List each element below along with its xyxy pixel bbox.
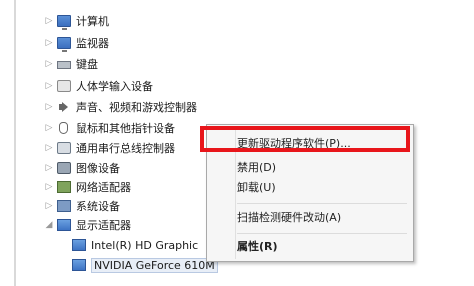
menu-item-disable[interactable]: 禁用(D) [237, 158, 276, 178]
tree-item-sound[interactable]: ▷ 声音、视频和游戏控制器 [44, 98, 197, 116]
expand-arrow-icon[interactable]: ▷ [44, 143, 54, 153]
menu-item-properties[interactable]: 属性(R) [237, 237, 278, 257]
tree-item-monitors[interactable]: ▷ 监视器 [44, 34, 109, 52]
tree-item-display-adapters[interactable]: ◢ 显示适配器 [44, 216, 131, 234]
expand-arrow-icon[interactable]: ▷ [44, 201, 54, 211]
tree-item-system[interactable]: ▷ 系统设备 [44, 197, 120, 215]
tree-item-label: 键盘 [76, 58, 98, 71]
tree-item-label: 鼠标和其他指针设备 [76, 122, 175, 135]
gpu-icon [72, 259, 86, 271]
tree-item-usb[interactable]: ▷ 通用串行总线控制器 [44, 139, 175, 157]
mouse-icon [59, 122, 68, 134]
tree-item-imaging[interactable]: ▷ 图像设备 [44, 159, 120, 177]
tree-item-label: 监视器 [76, 37, 109, 50]
system-icon [57, 200, 71, 212]
tree-item-keyboards[interactable]: ▷ 键盘 [44, 55, 98, 73]
expand-arrow-icon[interactable]: ▷ [44, 59, 54, 69]
tree-item-computer[interactable]: ▷ 计算机 [44, 12, 109, 30]
expand-arrow-icon[interactable]: ▷ [44, 182, 54, 192]
usb-icon [57, 142, 71, 154]
tree-item-label: 通用串行总线控制器 [76, 142, 175, 155]
tree-item-label: 人体学输入设备 [76, 80, 153, 93]
tree-item-label: 显示适配器 [76, 219, 131, 232]
monitor-icon [57, 37, 71, 52]
expand-arrow-icon[interactable]: ▷ [44, 38, 54, 48]
menu-separator [237, 233, 407, 234]
computer-icon [57, 15, 71, 30]
hid-icon [57, 80, 71, 92]
tree-item-hid[interactable]: ▷ 人体学输入设备 [44, 77, 153, 95]
imaging-icon [57, 162, 71, 174]
tree-item-label: 网络适配器 [76, 181, 131, 194]
tree-item-mice[interactable]: ▷ 鼠标和其他指针设备 [44, 119, 175, 137]
speaker-icon [57, 101, 71, 113]
expand-arrow-icon[interactable]: ▷ [44, 102, 54, 112]
tree-item-network[interactable]: ▷ 网络适配器 [44, 178, 131, 196]
network-icon [57, 181, 71, 193]
collapse-arrow-icon[interactable]: ◢ [44, 220, 54, 230]
menu-item-scan-hardware[interactable]: 扫描检测硬件改动(A) [237, 208, 341, 228]
gpu-icon [72, 239, 86, 251]
menu-item-uninstall[interactable]: 卸载(U) [237, 178, 276, 198]
tree-item-label: Intel(R) HD Graphic [91, 238, 199, 252]
tree-child-intel[interactable]: Intel(R) HD Graphic [72, 236, 198, 254]
tree-item-label: 计算机 [76, 15, 109, 28]
expand-arrow-icon[interactable]: ▷ [44, 123, 54, 133]
tree-item-label: 声音、视频和游戏控制器 [76, 101, 197, 114]
expand-arrow-icon[interactable]: ▷ [44, 16, 54, 26]
red-highlight-box [200, 126, 410, 152]
menu-separator [237, 203, 407, 204]
expand-arrow-icon[interactable]: ▷ [44, 163, 54, 173]
tree-item-label: NVIDIA GeForce 610M [91, 257, 218, 273]
tree-item-label: 图像设备 [76, 162, 120, 175]
keyboard-icon [57, 61, 71, 69]
tree-item-label: 系统设备 [76, 200, 120, 213]
tree-child-nvidia[interactable]: NVIDIA GeForce 610M [72, 256, 218, 274]
expand-arrow-icon[interactable]: ▷ [44, 81, 54, 91]
display-adapter-icon [57, 219, 71, 231]
